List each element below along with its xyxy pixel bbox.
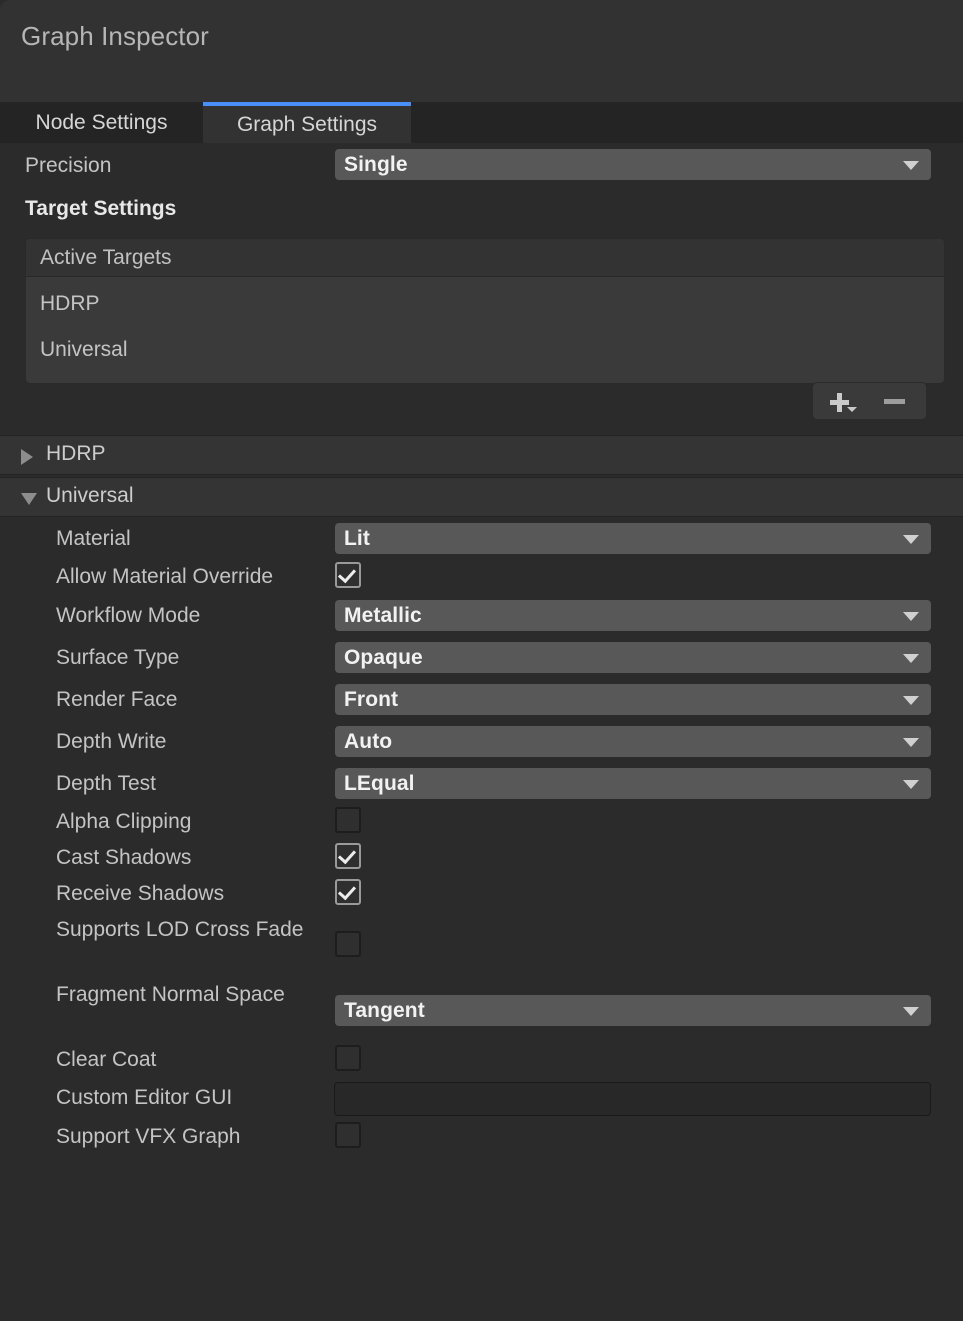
active-targets-header: Active Targets (26, 239, 944, 277)
row-allow-material-override: Allow Material Override (0, 560, 963, 598)
property-label: Cast Shadows (56, 846, 192, 869)
chevron-down-icon (903, 695, 919, 705)
property-label: Clear Coat (56, 1048, 157, 1071)
chevron-down-icon (903, 534, 919, 544)
add-target-button[interactable] (813, 383, 870, 419)
depth-test-dropdown[interactable]: LEqual (335, 768, 931, 799)
workflow-mode-dropdown[interactable]: Metallic (335, 600, 931, 631)
row-fragment-normal-space: Fragment Normal Space Tangent (0, 979, 963, 1045)
property-label: Depth Write (56, 730, 167, 753)
row-render-face: Render Face Front (0, 682, 963, 724)
property-label: Alpha Clipping (56, 810, 192, 833)
depth-write-dropdown[interactable]: Auto (335, 726, 931, 757)
property-value: Auto (344, 729, 393, 753)
render-face-dropdown[interactable]: Front (335, 684, 931, 715)
foldout-universal[interactable]: Universal (0, 477, 963, 517)
precision-value: Single (344, 152, 408, 176)
property-value: Lit (344, 526, 370, 550)
property-label: Custom Editor GUI (56, 1086, 233, 1109)
row-supports-lod-cross-fade: Supports LOD Cross Fade (0, 914, 963, 980)
property-label: Receive Shadows (56, 882, 225, 905)
foldout-hdrp[interactable]: HDRP (0, 435, 963, 475)
property-label: Allow Material Override (56, 565, 274, 588)
target-list-toolbar (812, 382, 927, 420)
page-title: Graph Inspector (21, 21, 209, 51)
active-targets-listbox: Active Targets HDRP Universal (25, 238, 945, 384)
chevron-down-icon (903, 1006, 919, 1016)
precision-label: Precision (25, 154, 112, 177)
cast-shadows-checkbox[interactable] (335, 843, 361, 869)
chevron-down-icon (903, 779, 919, 789)
chevron-down-icon (903, 737, 919, 747)
alpha-clipping-checkbox[interactable] (335, 807, 361, 833)
surface-type-dropdown[interactable]: Opaque (335, 642, 931, 673)
property-label: Fragment Normal Space (56, 983, 285, 1006)
triangle-down-icon (21, 493, 37, 505)
row-cast-shadows: Cast Shadows (0, 842, 963, 878)
property-label: Support VFX Graph (56, 1125, 241, 1148)
tab-graph-settings[interactable]: Graph Settings (203, 102, 411, 143)
clear-coat-checkbox[interactable] (335, 1045, 361, 1071)
row-precision: Precision Single (0, 143, 963, 189)
row-custom-editor-gui: Custom Editor GUI (0, 1082, 963, 1122)
fragment-normal-space-dropdown[interactable]: Tangent (335, 995, 931, 1026)
list-item[interactable]: Universal (40, 338, 128, 362)
row-depth-test: Depth Test LEqual (0, 766, 963, 808)
row-depth-write: Depth Write Auto (0, 724, 963, 766)
row-clear-coat: Clear Coat (0, 1044, 963, 1080)
property-label: Workflow Mode (56, 604, 201, 627)
list-item[interactable]: HDRP (40, 292, 100, 316)
material-dropdown[interactable]: Lit (335, 523, 931, 554)
row-alpha-clipping: Alpha Clipping (0, 806, 963, 842)
chevron-down-icon (903, 611, 919, 621)
property-label: Depth Test (56, 772, 157, 795)
property-label: Material (56, 527, 131, 550)
receive-shadows-checkbox[interactable] (335, 879, 361, 905)
foldout-hdrp-label: HDRP (46, 442, 106, 465)
tab-node-settings[interactable]: Node Settings (0, 102, 203, 143)
triangle-right-icon (21, 449, 33, 465)
property-value: Front (344, 687, 399, 711)
property-label: Surface Type (56, 646, 180, 669)
active-targets-header-label: Active Targets (40, 246, 172, 269)
chevron-down-icon (903, 653, 919, 663)
window-titlebar: Graph Inspector (0, 0, 963, 102)
property-value: Metallic (344, 603, 422, 627)
row-support-vfx-graph: Support VFX Graph (0, 1121, 963, 1157)
remove-target-button[interactable] (870, 383, 927, 419)
row-material: Material Lit (0, 520, 963, 560)
graph-inspector-window: Graph Inspector Node Settings Graph Sett… (0, 0, 963, 1321)
target-settings-heading: Target Settings (25, 197, 177, 220)
row-surface-type: Surface Type Opaque (0, 640, 963, 682)
chevron-down-icon (847, 407, 857, 412)
row-receive-shadows: Receive Shadows (0, 878, 963, 914)
support-vfx-graph-checkbox[interactable] (335, 1122, 361, 1148)
property-value: LEqual (344, 771, 415, 795)
custom-editor-gui-input[interactable] (334, 1082, 931, 1116)
property-value: Tangent (344, 998, 425, 1022)
chevron-down-icon (903, 160, 919, 170)
supports-lod-cross-fade-checkbox[interactable] (335, 931, 361, 957)
row-workflow-mode: Workflow Mode Metallic (0, 598, 963, 640)
allow-material-override-checkbox[interactable] (335, 562, 361, 588)
precision-dropdown[interactable]: Single (335, 149, 931, 180)
property-value: Opaque (344, 645, 423, 669)
tab-strip: Node Settings Graph Settings (0, 102, 963, 143)
foldout-universal-label: Universal (46, 484, 134, 507)
property-label: Render Face (56, 688, 178, 711)
minus-icon (884, 399, 905, 404)
property-label: Supports LOD Cross Fade (56, 918, 304, 941)
